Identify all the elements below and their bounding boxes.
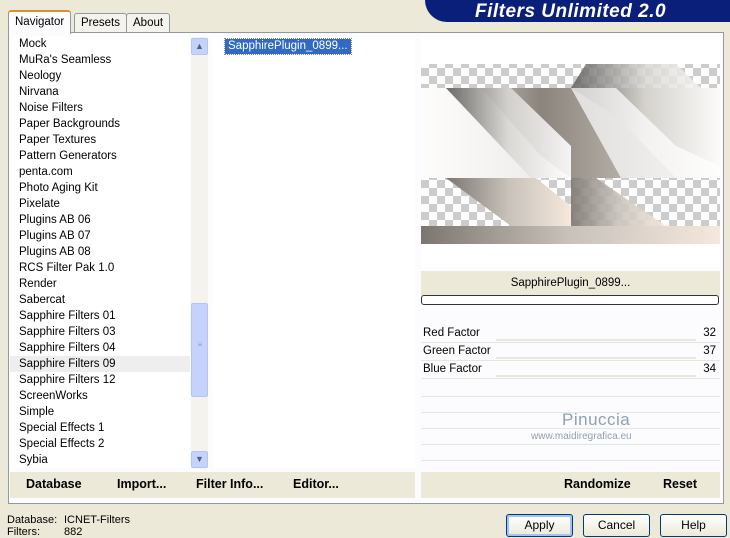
param-red-factor[interactable]: Red Factor 32 <box>421 325 720 343</box>
category-item[interactable]: Sapphire Filters 03 <box>10 324 190 340</box>
category-item[interactable]: Render <box>10 276 190 292</box>
grip-icon: ≡ <box>197 340 203 349</box>
tab-navigator[interactable]: Navigator <box>8 10 72 34</box>
category-item[interactable]: Mock <box>10 36 190 52</box>
database-value: ICNET-Filters <box>64 514 130 526</box>
param-slider[interactable] <box>496 375 696 377</box>
progress-bar <box>421 295 719 305</box>
category-scrollbar[interactable]: ▲ ≡ ▼ <box>191 37 208 468</box>
bottom-toolbar-right: Randomize Reset <box>421 472 720 498</box>
category-item[interactable]: Sabercat <box>10 292 190 308</box>
scroll-down-button[interactable]: ▼ <box>191 451 208 468</box>
reset-button[interactable]: Reset <box>663 477 697 491</box>
param-label: Red Factor <box>423 327 480 339</box>
category-item[interactable]: Simple <box>10 404 190 420</box>
category-item[interactable]: Sapphire Filters 04 <box>10 340 190 356</box>
category-item[interactable]: Pattern Generators <box>10 148 190 164</box>
category-item[interactable]: Pixelate <box>10 196 190 212</box>
randomize-button[interactable]: Randomize <box>564 477 631 491</box>
category-item[interactable]: penta.com <box>10 164 190 180</box>
watermark-site: www.maidiregrafica.eu <box>531 431 632 442</box>
category-item[interactable]: Neology <box>10 68 190 84</box>
header-banner: Filters Unlimited 2.0 <box>425 0 730 22</box>
tab-presets[interactable]: Presets <box>74 13 127 32</box>
watermark-name: Pinuccia <box>562 410 631 429</box>
category-item[interactable]: MuRa's Seamless <box>10 52 190 68</box>
filter-info-button[interactable]: Filter Info... <box>196 477 263 491</box>
param-slider[interactable] <box>496 357 696 359</box>
category-item[interactable]: Photo Aging Kit <box>10 180 190 196</box>
category-item[interactable]: Plugins AB 06 <box>10 212 190 228</box>
param-green-factor[interactable]: Green Factor 37 <box>421 343 720 361</box>
database-label: Database: <box>7 514 58 526</box>
param-value: 32 <box>703 327 716 339</box>
tab-about[interactable]: About <box>126 13 171 32</box>
param-value: 34 <box>703 363 716 375</box>
param-empty-row <box>421 381 720 397</box>
category-item[interactable]: Sapphire Filters 09 <box>10 356 190 372</box>
category-item[interactable]: Plugins AB 07 <box>10 228 190 244</box>
category-item[interactable]: RCS Filter Pak 1.0 <box>10 260 190 276</box>
editor-button[interactable]: Editor... <box>293 477 339 491</box>
param-empty-row <box>421 445 720 461</box>
param-slider[interactable] <box>496 339 696 341</box>
preview-image <box>421 36 720 268</box>
category-item[interactable]: ScreenWorks <box>10 388 190 404</box>
filter-item-selected[interactable]: SapphirePlugin_0899... <box>224 38 352 55</box>
category-item[interactable]: Noise Filters <box>10 100 190 116</box>
category-item[interactable]: Paper Backgrounds <box>10 116 190 132</box>
scroll-thumb[interactable]: ≡ <box>191 303 208 397</box>
filter-name-display: SapphirePlugin_0899... <box>421 271 720 297</box>
cancel-button[interactable]: Cancel <box>583 514 650 537</box>
filters-label: Filters: <box>7 526 40 538</box>
filter-list[interactable]: SapphirePlugin_0899... <box>214 36 415 468</box>
preview-canvas <box>421 64 720 244</box>
filters-count: 882 <box>64 526 83 538</box>
category-list[interactable]: Mock MuRa's Seamless Neology Nirvana Noise F… <box>10 36 190 468</box>
category-item[interactable]: Sybia <box>10 452 190 468</box>
param-value: 37 <box>703 345 716 357</box>
category-item[interactable]: Plugins AB 08 <box>10 244 190 260</box>
parameters-panel: Red Factor 32 Green Factor 37 Blue Facto… <box>421 325 720 470</box>
category-item[interactable]: Special Effects 2 <box>10 436 190 452</box>
apply-button[interactable]: Apply <box>506 514 573 537</box>
category-item[interactable]: Special Effects 1 <box>10 420 190 436</box>
param-blue-factor[interactable]: Blue Factor 34 <box>421 361 720 379</box>
bottom-toolbar-left: Database Import... Filter Info... Editor… <box>10 472 415 498</box>
category-item[interactable]: Nirvana <box>10 84 190 100</box>
param-label: Green Factor <box>423 345 491 357</box>
param-label: Blue Factor <box>423 363 482 375</box>
database-button[interactable]: Database <box>26 477 82 491</box>
import-button[interactable]: Import... <box>117 477 166 491</box>
help-button[interactable]: Help <box>660 514 727 537</box>
status-area: Database: ICNET-Filters Filters: 882 <box>7 514 130 538</box>
scroll-up-button[interactable]: ▲ <box>191 38 208 55</box>
app-title: Filters Unlimited 2.0 <box>475 1 667 22</box>
category-item[interactable]: Sapphire Filters 12 <box>10 372 190 388</box>
category-item[interactable]: Sapphire Filters 01 <box>10 308 190 324</box>
category-item[interactable]: Paper Textures <box>10 132 190 148</box>
